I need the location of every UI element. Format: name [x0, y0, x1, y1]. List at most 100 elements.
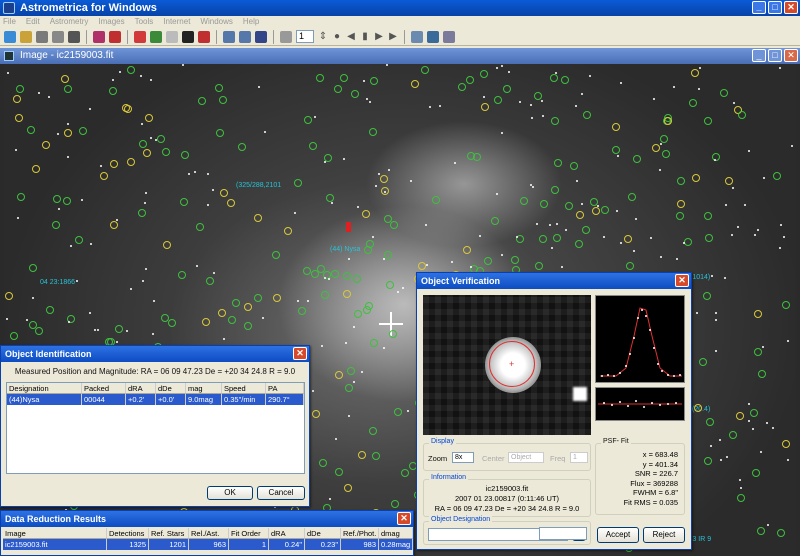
menu-help[interactable]: Help [243, 16, 259, 28]
column-header[interactable]: Packed [82, 383, 126, 394]
reference-icon[interactable] [255, 30, 267, 43]
next-icon[interactable]: ▶ [374, 31, 384, 42]
menu-astrometry[interactable]: Astrometry [50, 16, 89, 28]
image-icon [4, 51, 14, 61]
object-verification-close-icon[interactable]: ✕ [675, 274, 689, 287]
column-header[interactable]: Ref./Phot. [341, 528, 379, 539]
column-header[interactable]: Rel./Ast. [189, 528, 229, 539]
zoomed-star-image[interactable]: + [423, 295, 591, 435]
menu-edit[interactable]: Edit [26, 16, 40, 28]
zoom-out-icon[interactable] [239, 30, 251, 43]
star-dot [116, 219, 118, 221]
catalog-star-marker [284, 227, 292, 235]
settings-icon[interactable] [166, 30, 178, 43]
grid-icon[interactable] [427, 30, 439, 43]
data-reduction-table[interactable]: Image Detections Ref. Stars Rel./Ast. Fi… [3, 528, 413, 550]
column-header[interactable]: dRA [126, 383, 156, 394]
pause-icon[interactable]: ▮ [360, 31, 370, 42]
star-dot [194, 171, 196, 173]
track-icon[interactable] [109, 30, 121, 43]
table-row[interactable]: ic2159003.fit 1325 1201 963 1 0.24" 0.23… [3, 539, 413, 550]
freq-stepper[interactable]: 1 [570, 452, 588, 463]
catalog-star-marker [633, 155, 641, 163]
ok-button[interactable]: OK [207, 486, 253, 500]
catalog-star-marker [752, 469, 760, 477]
catalog-star-marker [206, 277, 214, 285]
star-dot [731, 234, 733, 236]
center-label: Center [482, 454, 505, 463]
column-header[interactable]: PA [266, 383, 304, 394]
menu-images[interactable]: Images [98, 16, 124, 28]
catalog-star-marker [79, 127, 87, 135]
psf-fit-group: PSF- Fit x = 683.48 y = 401.34 SNR = 226… [595, 438, 685, 515]
center-select[interactable]: Object [508, 452, 544, 463]
menu-tools[interactable]: Tools [135, 16, 154, 28]
star-dot [94, 329, 96, 331]
reject-button[interactable]: Reject [643, 527, 685, 543]
star-dot [213, 272, 215, 274]
menu-internet[interactable]: Internet [163, 16, 190, 28]
column-header[interactable]: dmag [379, 528, 413, 539]
previous-icon[interactable]: ◀ [346, 31, 356, 42]
frame-icon[interactable] [36, 30, 48, 43]
column-header[interactable]: Detections [107, 528, 149, 539]
object-identification-close-icon[interactable]: ✕ [293, 347, 307, 360]
star-icon[interactable] [182, 30, 194, 43]
column-header[interactable]: mag [186, 383, 222, 394]
stepper-icon[interactable]: ⇕ [318, 31, 328, 42]
column-header[interactable]: dDe [156, 383, 186, 394]
blink-icon[interactable] [93, 30, 105, 43]
target-icon[interactable] [150, 30, 162, 43]
arrow-icon[interactable] [4, 30, 16, 43]
menu-bar: File Edit Astrometry Images Tools Intern… [0, 16, 800, 28]
column-header[interactable]: Fit Order [229, 528, 269, 539]
image-minimize-icon[interactable]: _ [752, 49, 766, 62]
star-dot [787, 459, 789, 461]
mpc-icon[interactable] [198, 30, 210, 43]
column-header[interactable]: Designation [7, 383, 82, 394]
star-dot [748, 420, 750, 422]
overlay-icon[interactable] [411, 30, 423, 43]
minimize-icon[interactable]: _ [752, 1, 766, 14]
star-dot [551, 247, 553, 249]
star-dot [589, 75, 591, 77]
star-dot [68, 321, 70, 323]
psf-snr: SNR = 226.7 [634, 469, 678, 478]
table-row[interactable]: (44)Nysa 00044 +0.2' +0.0' 9.0mag 0.35"/… [7, 394, 304, 405]
star-dot [683, 242, 685, 244]
data-reduction-close-icon[interactable]: ✕ [397, 512, 411, 525]
zoom-in-icon[interactable] [223, 30, 235, 43]
marker-icon[interactable] [134, 30, 146, 43]
star-dot [353, 326, 355, 328]
open-file-icon[interactable] [20, 30, 32, 43]
catalog-star-marker [351, 90, 359, 98]
forward-icon[interactable]: ▶ [388, 31, 398, 42]
stack-icon[interactable] [52, 30, 64, 43]
designation-extra-input[interactable] [539, 527, 587, 540]
star-dot [779, 67, 781, 69]
image-close-icon[interactable]: ✕ [784, 49, 798, 62]
zoom-select[interactable]: 8x [452, 452, 474, 463]
accept-button[interactable]: Accept [597, 527, 639, 543]
column-header[interactable]: dRA [269, 528, 305, 539]
record-icon[interactable]: ● [332, 31, 342, 42]
star-dot [348, 415, 350, 417]
image-maximize-icon[interactable]: □ [768, 49, 782, 62]
column-header[interactable]: Speed [222, 383, 266, 394]
catalog-star-marker [481, 103, 489, 111]
frame-input[interactable]: 1 [296, 30, 314, 43]
menu-file[interactable]: File [3, 16, 16, 28]
cancel-button[interactable]: Cancel [257, 486, 305, 500]
column-header[interactable]: dDe [305, 528, 341, 539]
tile-icon[interactable] [443, 30, 455, 43]
settings-gear-icon[interactable] [280, 30, 292, 43]
close-icon[interactable]: ✕ [784, 1, 798, 14]
copy-icon[interactable] [68, 30, 80, 43]
column-header[interactable]: Image [3, 528, 107, 539]
table-cell: 9.0mag [186, 394, 222, 405]
object-identification-table[interactable]: Designation Packed dRA dDe mag Speed PA … [6, 382, 305, 474]
center-value: Object [511, 454, 532, 461]
column-header[interactable]: Ref. Stars [149, 528, 189, 539]
menu-windows[interactable]: Windows [200, 16, 232, 28]
maximize-icon[interactable]: □ [768, 1, 782, 14]
